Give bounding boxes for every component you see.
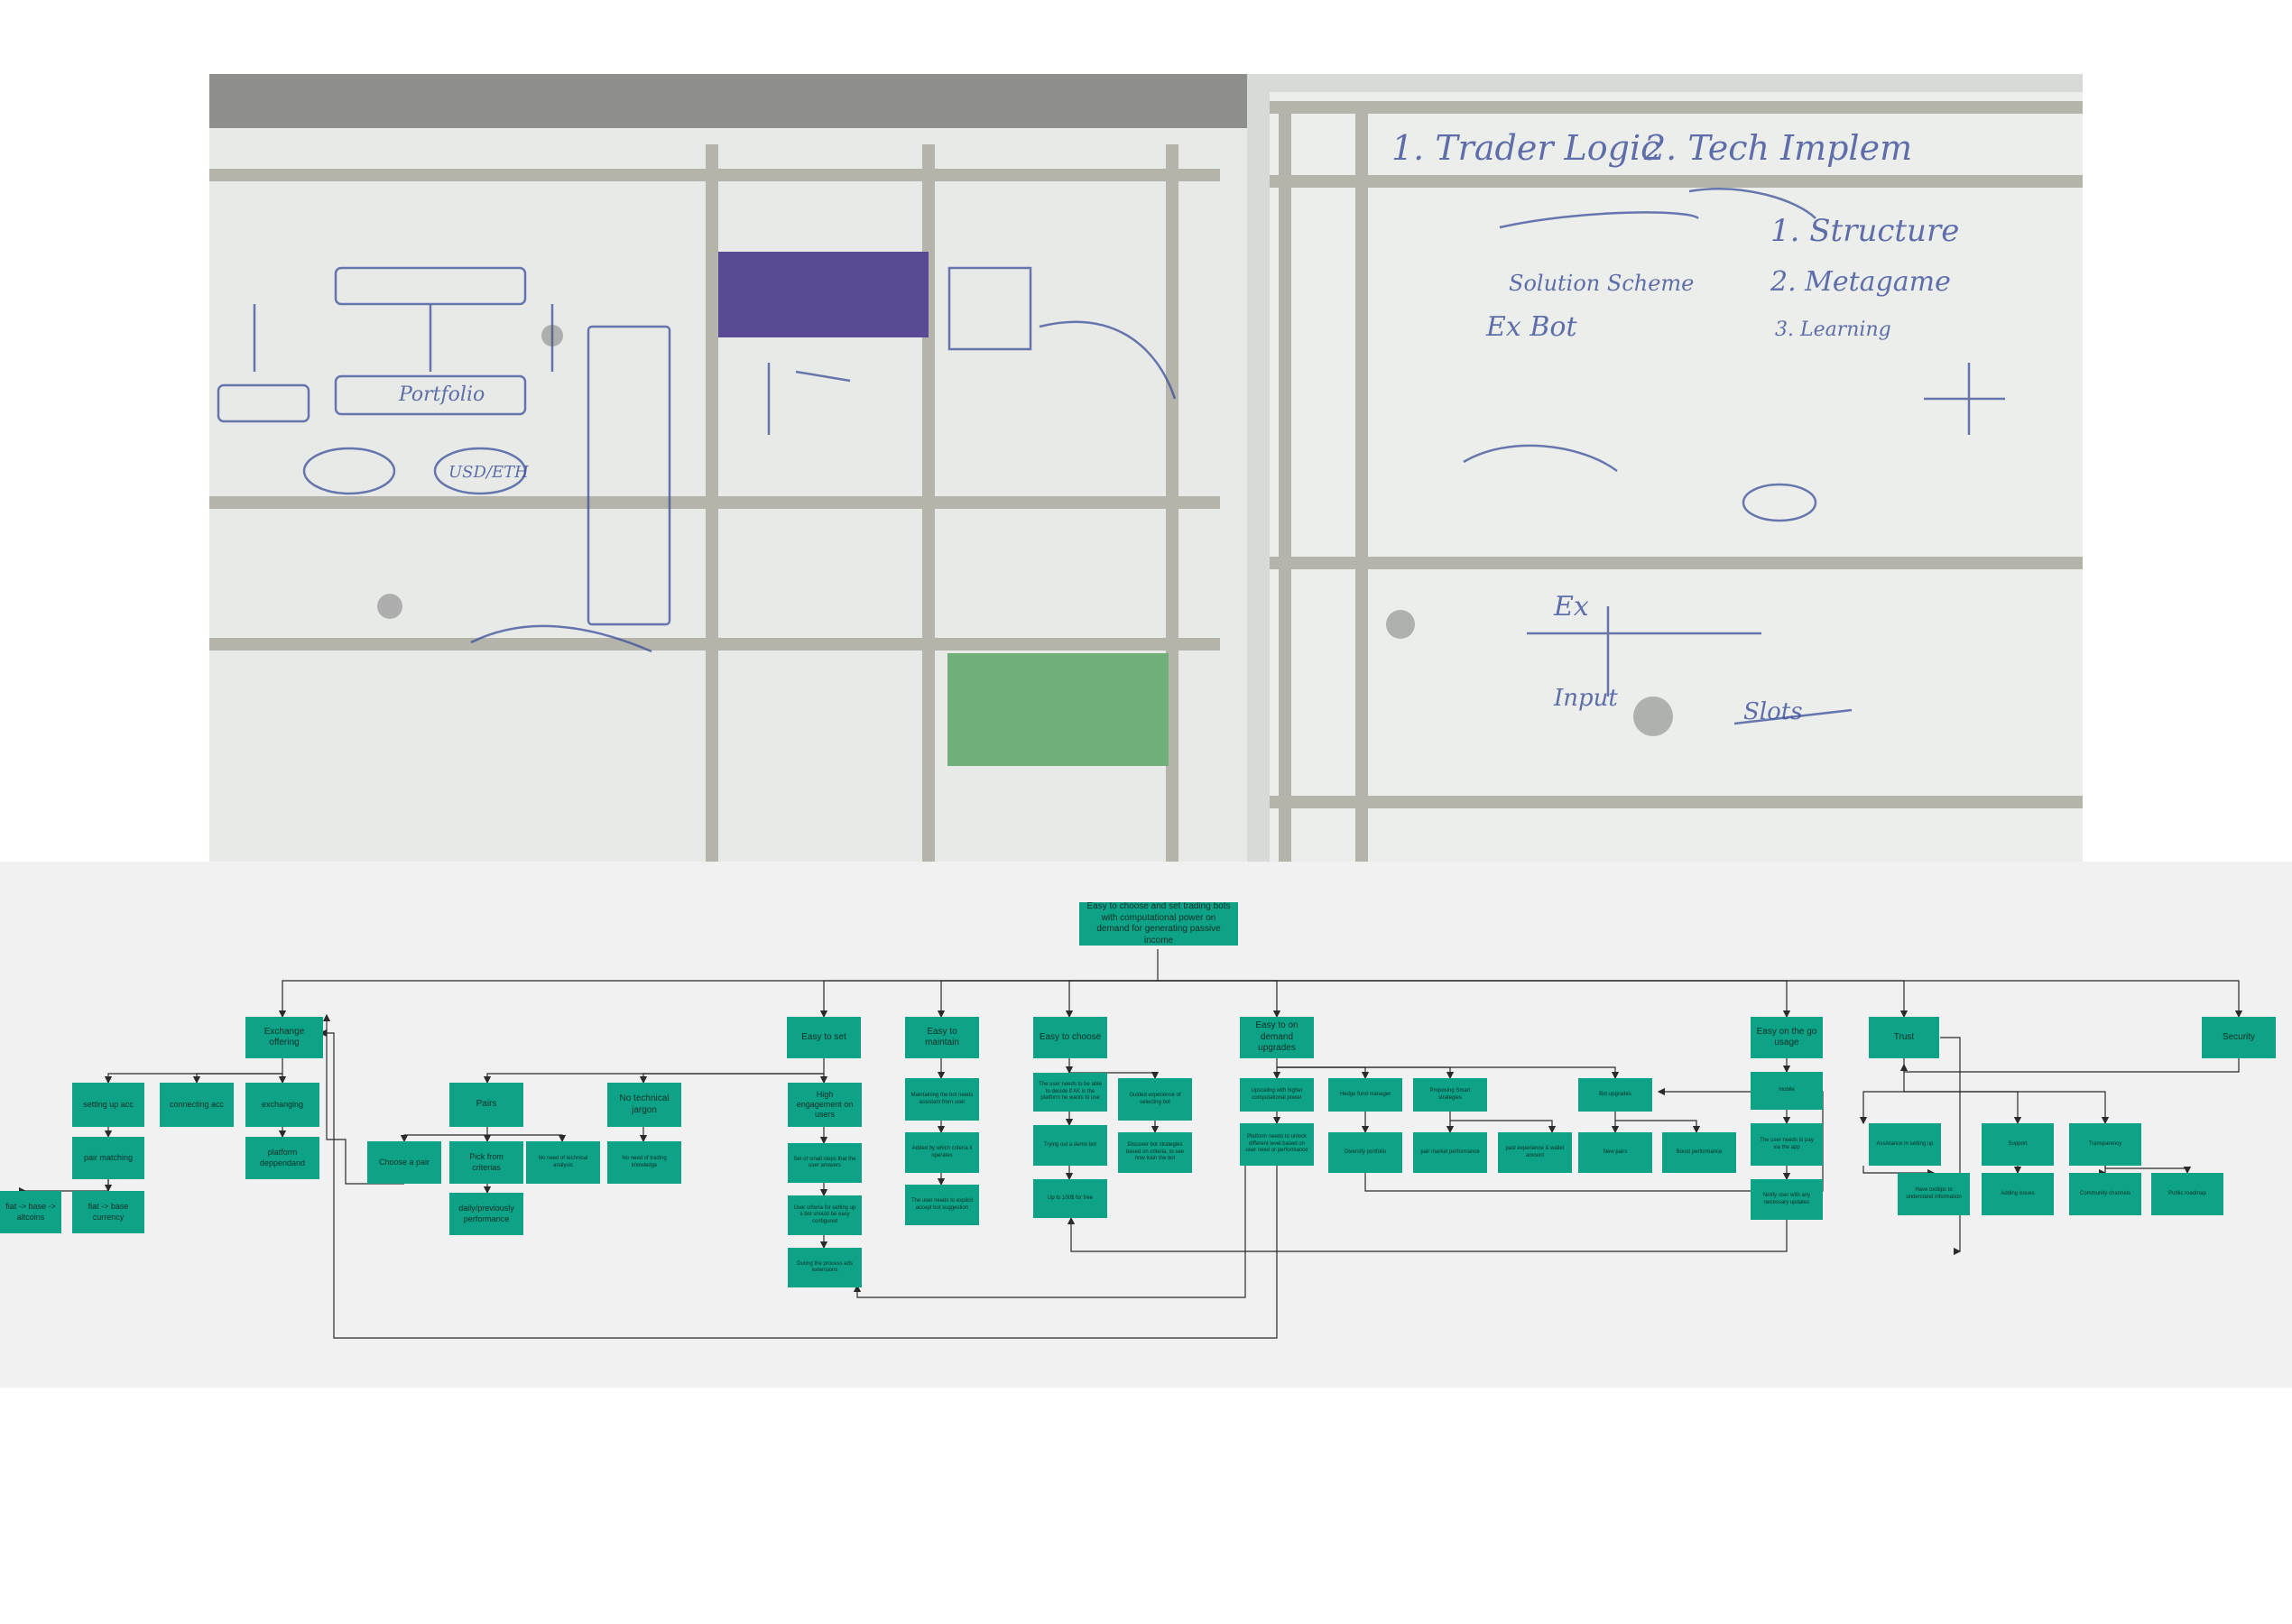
node-security: Security bbox=[2202, 1017, 2276, 1058]
node-platform-needs-unlock: Platform needs to unlock different level… bbox=[1240, 1123, 1314, 1166]
node-pairs: Pairs bbox=[449, 1083, 523, 1127]
node-mobile: mobile bbox=[1751, 1072, 1823, 1110]
node-user-criteria-setting-up: User criteria for setting up a bot shoul… bbox=[788, 1195, 862, 1235]
node-exchange-offering: Exchange offering bbox=[245, 1017, 323, 1058]
whiteboard-word-4: 2. Metagame bbox=[1770, 266, 1951, 298]
whiteboard-word-11: Input bbox=[1553, 685, 1618, 712]
node-setting-up-acc: setting up acc bbox=[72, 1083, 144, 1127]
whiteboard-word-3: 1. Structure bbox=[1770, 213, 1959, 249]
node-platform-dependand: platform deppendand bbox=[245, 1137, 319, 1179]
node-community-channels: Community channels bbox=[2069, 1173, 2141, 1215]
node-diversify-portfolio: Diversify portfolio bbox=[1328, 1132, 1402, 1173]
node-exchanging: exchanging bbox=[245, 1083, 319, 1127]
node-past-experience: past experience & wallet amount bbox=[1498, 1132, 1572, 1173]
node-no-need-technical-analysis: No need of technical analysis bbox=[526, 1141, 600, 1184]
node-daily-performance: daily/previously performance bbox=[449, 1193, 523, 1235]
node-added-by-criteria: Added by which criteria it operates bbox=[905, 1132, 979, 1173]
whiteboard-word-6: Portfolio bbox=[398, 383, 485, 406]
whiteboard-word-9: Ex Bot bbox=[1485, 311, 1577, 343]
node-trying-out-demo: Trying out a demo bot bbox=[1033, 1125, 1107, 1166]
node-support: Support bbox=[1982, 1123, 2054, 1166]
node-high-engagement: High engagement on users bbox=[788, 1083, 862, 1127]
node-boost-performance: Boost performance bbox=[1662, 1132, 1736, 1173]
node-user-needs-decide: The user needs to be able to decide if A… bbox=[1033, 1073, 1107, 1112]
root-node: Easy to choose and set trading bots with… bbox=[1079, 902, 1238, 946]
node-connecting-acc: connecting acc bbox=[160, 1083, 234, 1127]
node-no-technical-jargon: No technical jargon bbox=[607, 1083, 681, 1127]
node-new-pairs: New pairs bbox=[1578, 1132, 1652, 1173]
node-transparency: Transparency bbox=[2069, 1123, 2141, 1166]
node-during-process-extensions: During the process ads extensions bbox=[788, 1248, 862, 1287]
whiteboard-word-7: USD/ETH bbox=[448, 463, 529, 482]
node-easy-to-set: Easy to set bbox=[787, 1017, 861, 1058]
node-fiat-altcoins: fiat -> base -> altcoins bbox=[0, 1191, 61, 1233]
node-notify-user: Notify user with any necessary updates bbox=[1751, 1179, 1823, 1220]
node-proposing-smart: Proposing Smart strategies bbox=[1413, 1078, 1487, 1112]
node-bot-upgrades: Bot upgrades bbox=[1578, 1078, 1652, 1112]
node-discover-strategies: Discover bot strategies based on criteri… bbox=[1118, 1132, 1192, 1173]
whiteboard-word-10: Ex bbox=[1553, 591, 1589, 623]
node-pair-market: pair market performance bbox=[1413, 1132, 1487, 1173]
node-public-roadmap: Public roadmap bbox=[2151, 1173, 2223, 1215]
node-maintaining-bot: Maintaining the bot needs assistant from… bbox=[905, 1078, 979, 1121]
node-user-needs-accept: The user needs to explicit accept bot su… bbox=[905, 1185, 979, 1225]
node-easy-to-choose: Easy to choose bbox=[1033, 1017, 1107, 1058]
node-up-to-100: Up to 100$ for free bbox=[1033, 1179, 1107, 1218]
whiteboard-word-1: 1. Trader Logic bbox=[1391, 128, 1659, 168]
node-easy-on-the-go: Easy on the go usage bbox=[1751, 1017, 1823, 1058]
node-upscaling: Upscaling with higher computational powe… bbox=[1240, 1078, 1314, 1112]
node-hedge-fund: Hedge fund manager bbox=[1328, 1078, 1402, 1112]
node-have-tooltips: Have tooltips to understand information bbox=[1898, 1173, 1970, 1215]
whiteboard-photo: 1. Trader Logic 2. Tech Implem 1. Struct… bbox=[209, 74, 2083, 862]
node-easy-to-maintain: Easy to maintain bbox=[905, 1017, 979, 1058]
node-guided-experience: Guided experience of selecting bot bbox=[1118, 1078, 1192, 1121]
node-adding-issues: Adding issues bbox=[1982, 1173, 2054, 1215]
whiteboard-word-12: Slots bbox=[1743, 698, 1803, 725]
node-easy-on-demand: Easy to on demand upgrades bbox=[1240, 1017, 1314, 1058]
whiteboard-word-5: 3. Learning bbox=[1775, 318, 1891, 341]
tree-diagram-panel: Easy to choose and set trading bots with… bbox=[0, 862, 2292, 1388]
node-assistance-setting-up: Assistance in setting up bbox=[1869, 1123, 1941, 1166]
node-set-of-small-steps: Set of small steps that the user answers bbox=[788, 1143, 862, 1183]
node-pick-from-criterias: Pick from criterias bbox=[449, 1141, 523, 1184]
whiteboard-photo-drawing: 1. Trader Logic 2. Tech Implem 1. Struct… bbox=[209, 74, 2083, 862]
whiteboard-word-8: Solution Scheme bbox=[1509, 271, 1694, 296]
node-user-pay-app: The user needs to pay via the app bbox=[1751, 1123, 1823, 1166]
node-no-need-trading-knowledge: No need of trading knowledge bbox=[607, 1141, 681, 1184]
node-pair-matching: pair matching bbox=[72, 1137, 144, 1179]
node-fiat-base-currency: fiat -> base currency bbox=[72, 1191, 144, 1233]
node-choose-a-pair: Choose a pair bbox=[367, 1141, 441, 1184]
node-trust: Trust bbox=[1869, 1017, 1939, 1058]
whiteboard-word-2: 2. Tech Implem bbox=[1643, 128, 1912, 168]
